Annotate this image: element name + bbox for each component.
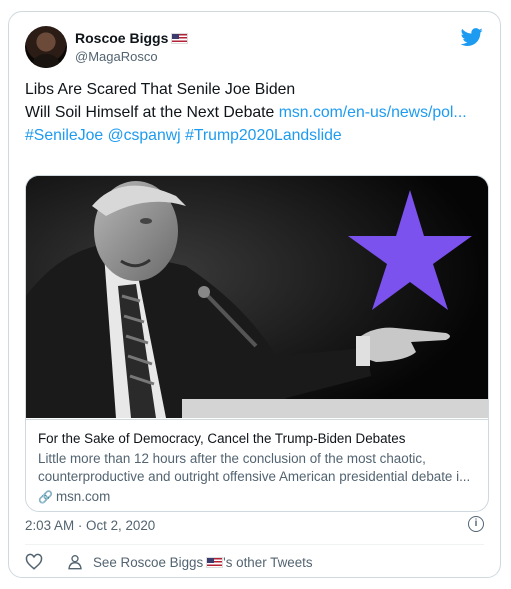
tweet-timestamp[interactable]: 2:03 AM · Oct 2, 2020 [25,518,155,533]
tweet-text: Libs Are Scared That Senile Joe Biden Wi… [25,78,485,147]
article-desc-line-2: counterproductive and outright offensive… [38,469,471,484]
article-desc-line-1: Little more than 12 hours after the conc… [38,451,426,466]
tweet-link[interactable]: msn.com/en-us/news/pol... [279,104,467,121]
tweet-line-1: Libs Are Scared That Senile Joe Biden [25,81,296,98]
article-domain-row: 🔗 msn.com [38,488,476,506]
see-other-tweets-prefix: See Roscoe Biggs [93,554,204,570]
author-handle[interactable]: @MagaRosco [75,49,158,64]
mention-cspanwj[interactable]: @cspanwj [108,127,181,144]
article-domain: msn.com [55,489,111,504]
see-other-tweets-button[interactable]: See Roscoe Biggs 's other Tweets [67,553,313,571]
author-name[interactable]: Roscoe Biggs [75,30,168,46]
info-icon[interactable]: i [468,516,484,532]
link-preview-card[interactable]: For the Sake of Democracy, Cancel the Tr… [25,175,489,512]
tweet-header: Roscoe Biggs @MagaRosco [25,26,484,70]
hashtag-senilejoe[interactable]: #SenileJoe [25,127,103,144]
tweet-line-2: Will Soil Himself at the Next Debate [25,104,279,121]
article-image[interactable] [26,176,488,418]
see-other-tweets-suffix: 's other Tweets [223,554,313,570]
divider [25,544,484,545]
twitter-bird-icon[interactable] [460,26,484,48]
article-description: Little more than 12 hours after the conc… [38,450,476,486]
author-name-row[interactable]: Roscoe Biggs [75,30,189,46]
avatar[interactable] [25,26,67,68]
link-preview-meta[interactable]: For the Sake of Democracy, Cancel the Tr… [26,419,488,511]
hashtag-trump2020landslide[interactable]: #Trump2020Landslide [185,127,342,144]
flag-us-icon [171,33,189,44]
article-title: For the Sake of Democracy, Cancel the Tr… [38,431,406,446]
person-icon [68,555,82,570]
link-icon: 🔗 [38,490,53,504]
flag-us-icon [206,556,224,568]
tweet-embed-card[interactable]: Roscoe Biggs @MagaRosco Libs Are Scared … [8,11,501,578]
heart-icon[interactable] [25,553,43,571]
